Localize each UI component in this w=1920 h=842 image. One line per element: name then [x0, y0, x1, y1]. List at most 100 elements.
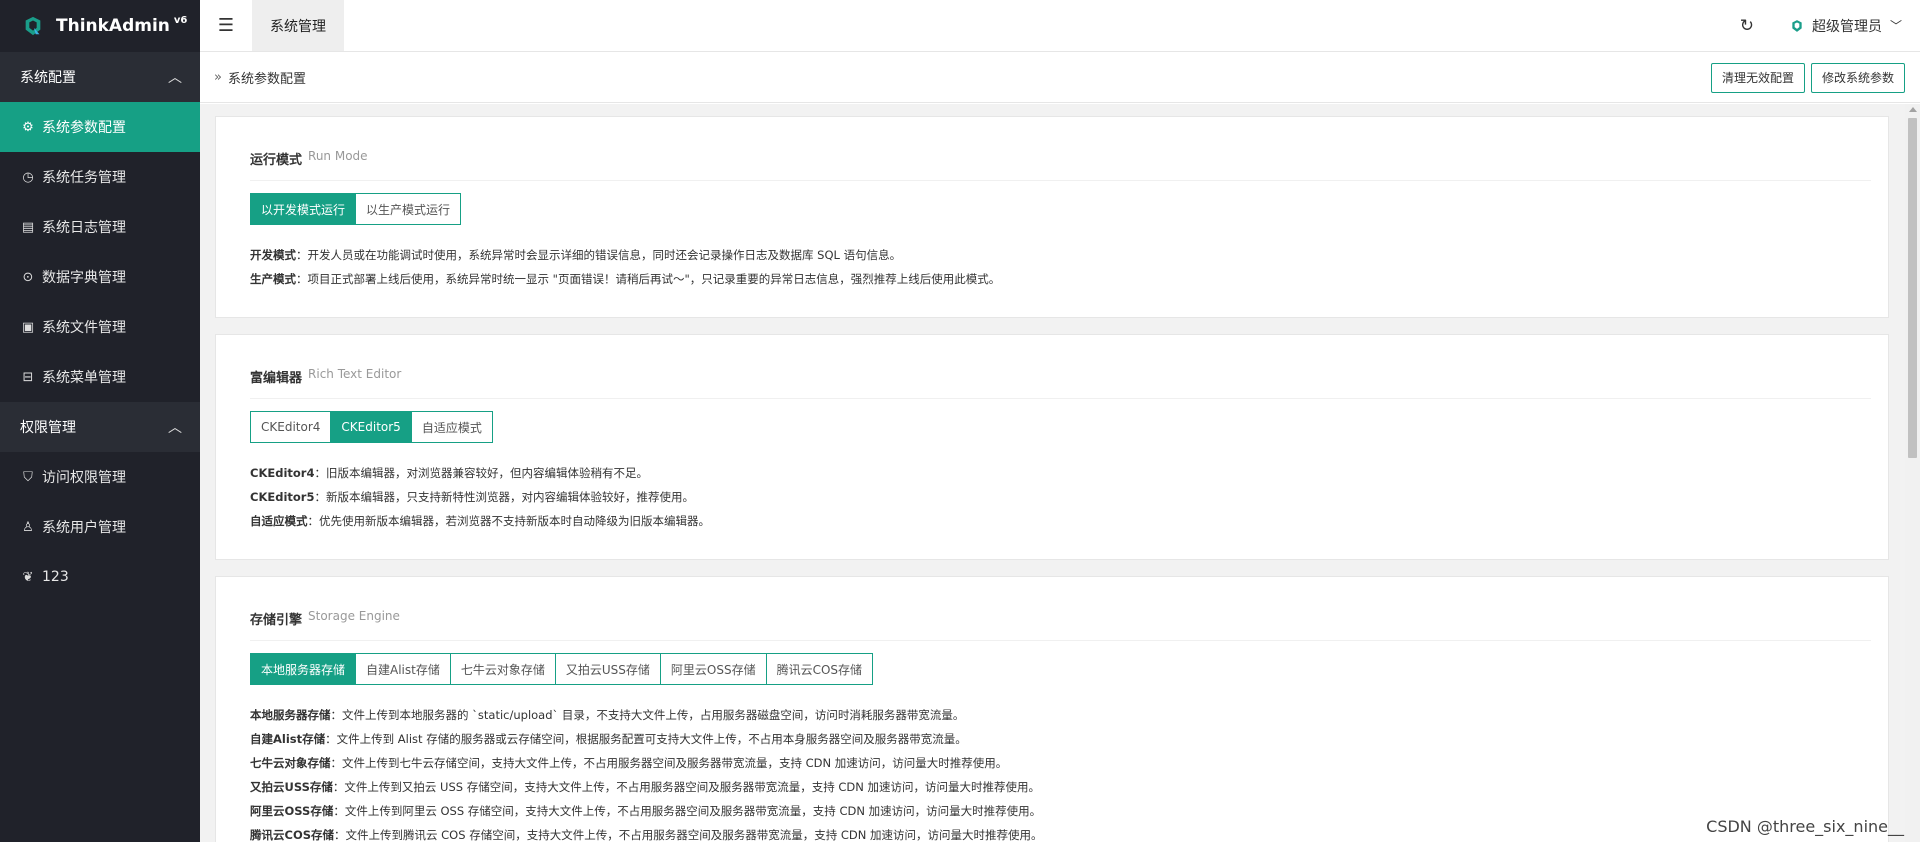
clock-icon: ◷ — [22, 169, 34, 185]
desc-line: 本地服务器存储：文件上传到本地服务器的 `static/upload` 目录，不… — [250, 703, 1871, 727]
desc-label: CKEditor5 — [250, 490, 315, 504]
sidebar-group-label: 权限管理 — [20, 420, 76, 436]
scrollbar-thumb[interactable] — [1908, 118, 1917, 458]
desc-label: 阿里云OSS存储 — [250, 804, 334, 818]
option-ckeditor5[interactable]: CKEditor5 — [331, 412, 412, 442]
desc-label: 自适应模式 — [250, 514, 308, 528]
storage-card: 存储引擎 Storage Engine 本地服务器存储 自建Alist存储 七牛… — [215, 576, 1889, 842]
option-adaptive[interactable]: 自适应模式 — [411, 412, 492, 442]
option-local-storage[interactable]: 本地服务器存储 — [251, 654, 357, 684]
clear-invalid-config-button[interactable]: 清理无效配置 — [1710, 62, 1805, 93]
card-title: 运行模式 Run Mode — [250, 117, 1871, 181]
desc-text: ：文件上传到本地服务器的 `static/upload` 目录，不支持大文件上传… — [330, 708, 965, 722]
option-qiniu-storage[interactable]: 七牛云对象存储 — [450, 654, 556, 684]
breadcrumb-bar: » 系统参数配置 清理无效配置 修改系统参数 — [200, 53, 1920, 103]
desc-label: 生产模式 — [250, 272, 296, 286]
card-subtitle: Storage Engine — [308, 609, 400, 623]
sidebar-item-access-permissions[interactable]: ⛉ 访问权限管理 — [0, 452, 200, 502]
sidebar-item-data-dictionary[interactable]: ⊙ 数据字典管理 — [0, 252, 200, 302]
option-tencent-storage[interactable]: 腾讯云COS存储 — [766, 654, 873, 684]
card-subtitle: Rich Text Editor — [308, 367, 402, 381]
scroll-up-arrow-icon[interactable] — [1909, 107, 1917, 112]
page-title: 系统参数配置 — [227, 72, 306, 87]
user-menu[interactable]: 超级管理员 ﹀ — [1790, 16, 1902, 36]
option-prod-mode[interactable]: 以生产模式运行 — [356, 194, 461, 224]
sidebar-item-system-tasks[interactable]: ◷ 系统任务管理 — [0, 152, 200, 202]
top-bar: ☰ 系统管理 ↻ 超级管理员 ﹀ — [200, 0, 1920, 52]
leaf-icon: ❦ — [22, 569, 34, 585]
option-ckeditor4[interactable]: CKEditor4 — [251, 412, 332, 442]
desc-text: ：新版本编辑器，只支持新特性浏览器，对内容编辑体验较好，推荐使用。 — [314, 490, 694, 504]
tab-label: 系统管理 — [270, 18, 326, 35]
vertical-scrollbar[interactable] — [1905, 104, 1920, 842]
sidebar-group-label: 系统配置 — [20, 70, 76, 86]
sidebar-item-system-users[interactable]: ♙ 系统用户管理 — [0, 502, 200, 552]
desc-text: ：文件上传到七牛云存储空间，支持大文件上传，不占用服务器空间及服务器带宽流量，支… — [330, 756, 1008, 770]
tab-system-management[interactable]: 系统管理 — [252, 0, 344, 51]
desc-label: 自建Alist存储 — [250, 732, 326, 746]
menu-icon: ⊟ — [22, 369, 34, 385]
editor-options: CKEditor4 CKEditor5 自适应模式 — [250, 411, 493, 443]
option-aliyun-storage[interactable]: 阿里云OSS存储 — [660, 654, 767, 684]
editor-description: CKEditor4：旧版本编辑器，对浏览器兼容较好，但内容编辑体验稍有不足。 C… — [250, 461, 1871, 533]
desc-text: ：文件上传到阿里云 OSS 存储空间，支持大文件上传，不占用服务器空间及服务器带… — [333, 804, 1042, 818]
card-title: 富编辑器 Rich Text Editor — [250, 335, 1871, 399]
card-subtitle: Run Mode — [308, 149, 368, 163]
sidebar-item-label: 系统参数配置 — [42, 120, 126, 136]
storage-options: 本地服务器存储 自建Alist存储 七牛云对象存储 又拍云USS存储 阿里云OS… — [250, 653, 874, 685]
sidebar-item-label: 系统用户管理 — [42, 520, 126, 536]
card-title-text: 富编辑器 — [250, 371, 303, 386]
sidebar-group-permissions[interactable]: 权限管理 ︿ — [0, 402, 200, 452]
desc-label: 七牛云对象存储 — [250, 756, 331, 770]
menu-toggle-icon: ☰ — [217, 15, 235, 36]
user-avatar-icon — [1792, 19, 1802, 32]
shield-icon: ⛉ — [23, 469, 33, 485]
app-logo[interactable]: ThinkAdmin v6 — [0, 0, 200, 52]
desc-label: 开发模式 — [250, 248, 296, 262]
app-name: ThinkAdmin — [56, 16, 170, 36]
thinkadmin-logo-icon — [25, 16, 41, 36]
sidebar-item-label: 系统任务管理 — [42, 170, 126, 186]
sidebar-item-system-files[interactable]: ▣ 系统文件管理 — [0, 302, 200, 352]
sidebar-item-system-menus[interactable]: ⊟ 系统菜单管理 — [0, 352, 200, 402]
sidebar-item-system-params[interactable]: ⚙ 系统参数配置 — [0, 102, 200, 152]
desc-text: ：文件上传到 Alist 存储的服务器或云存储空间，根据服务配置可支持大文件上传… — [325, 732, 967, 746]
chevron-up-icon: ︿ — [168, 420, 182, 436]
app-version: v6 — [173, 14, 188, 26]
watermark: CSDN @three_six_nine__ — [1706, 817, 1904, 836]
desc-text: ：开发人员或在功能调试时使用，系统异常时会显示详细的错误信息，同时还会记录操作日… — [296, 248, 902, 262]
sidebar-item-label: 系统菜单管理 — [42, 370, 126, 386]
desc-line: 自适应模式：优先使用新版本编辑器，若浏览器不支持新版本时自动降级为旧版本编辑器。 — [250, 509, 1871, 533]
desc-line: 腾讯云COS存储：文件上传到腾讯云 COS 存储空间，支持大文件上传，不占用服务… — [250, 823, 1871, 842]
chevron-down-icon: ﹀ — [1889, 19, 1902, 33]
desc-label: 腾讯云COS存储 — [250, 828, 334, 842]
double-chevron-right-icon: » — [214, 70, 222, 85]
desc-line: 开发模式：开发人员或在功能调试时使用，系统异常时会显示详细的错误信息，同时还会记… — [250, 243, 1871, 267]
sidebar-item-label: 系统日志管理 — [42, 220, 126, 236]
sidebar-item-123[interactable]: ❦ 123 — [0, 552, 200, 602]
desc-label: 又拍云USS存储 — [250, 780, 333, 794]
desc-line: 生产模式：项目正式部署上线后使用，系统异常时统一显示 "页面错误！请稍后再试～"… — [250, 267, 1871, 291]
image-icon: ▣ — [21, 319, 35, 335]
sidebar-toggle-button[interactable]: ☰ — [200, 0, 252, 51]
refresh-icon[interactable]: ↻ — [1740, 16, 1754, 36]
run-mode-options: 以开发模式运行 以生产模式运行 — [250, 193, 462, 225]
option-upyun-storage[interactable]: 又拍云USS存储 — [555, 654, 661, 684]
desc-text: ：项目正式部署上线后使用，系统异常时统一显示 "页面错误！请稍后再试～"，只记录… — [296, 272, 1001, 286]
desc-line: CKEditor4：旧版本编辑器，对浏览器兼容较好，但内容编辑体验稍有不足。 — [250, 461, 1871, 485]
main-content: 运行模式 Run Mode 以开发模式运行 以生产模式运行 开发模式：开发人员或… — [200, 104, 1920, 842]
card-title-text: 存储引擎 — [250, 613, 303, 628]
storage-description: 本地服务器存储：文件上传到本地服务器的 `static/upload` 目录，不… — [250, 703, 1871, 842]
desc-line: 自建Alist存储：文件上传到 Alist 存储的服务器或云存储空间，根据服务配… — [250, 727, 1871, 751]
sidebar-item-label: 数据字典管理 — [42, 270, 126, 286]
edit-system-params-button[interactable]: 修改系统参数 — [1810, 62, 1905, 93]
run-mode-card: 运行模式 Run Mode 以开发模式运行 以生产模式运行 开发模式：开发人员或… — [215, 116, 1889, 318]
sidebar-group-system-config[interactable]: 系统配置 ︿ — [0, 52, 200, 102]
option-alist-storage[interactable]: 自建Alist存储 — [356, 654, 451, 684]
sidebar-item-system-logs[interactable]: ▤ 系统日志管理 — [0, 202, 200, 252]
editor-card: 富编辑器 Rich Text Editor CKEditor4 CKEditor… — [215, 334, 1889, 560]
sidebar: ThinkAdmin v6 系统配置 ︿ ⚙ 系统参数配置 ◷ 系统任务管理 ▤… — [0, 0, 200, 842]
dictionary-icon: ⊙ — [22, 269, 34, 285]
option-dev-mode[interactable]: 以开发模式运行 — [251, 194, 357, 224]
chevron-up-icon: ︿ — [168, 70, 182, 86]
